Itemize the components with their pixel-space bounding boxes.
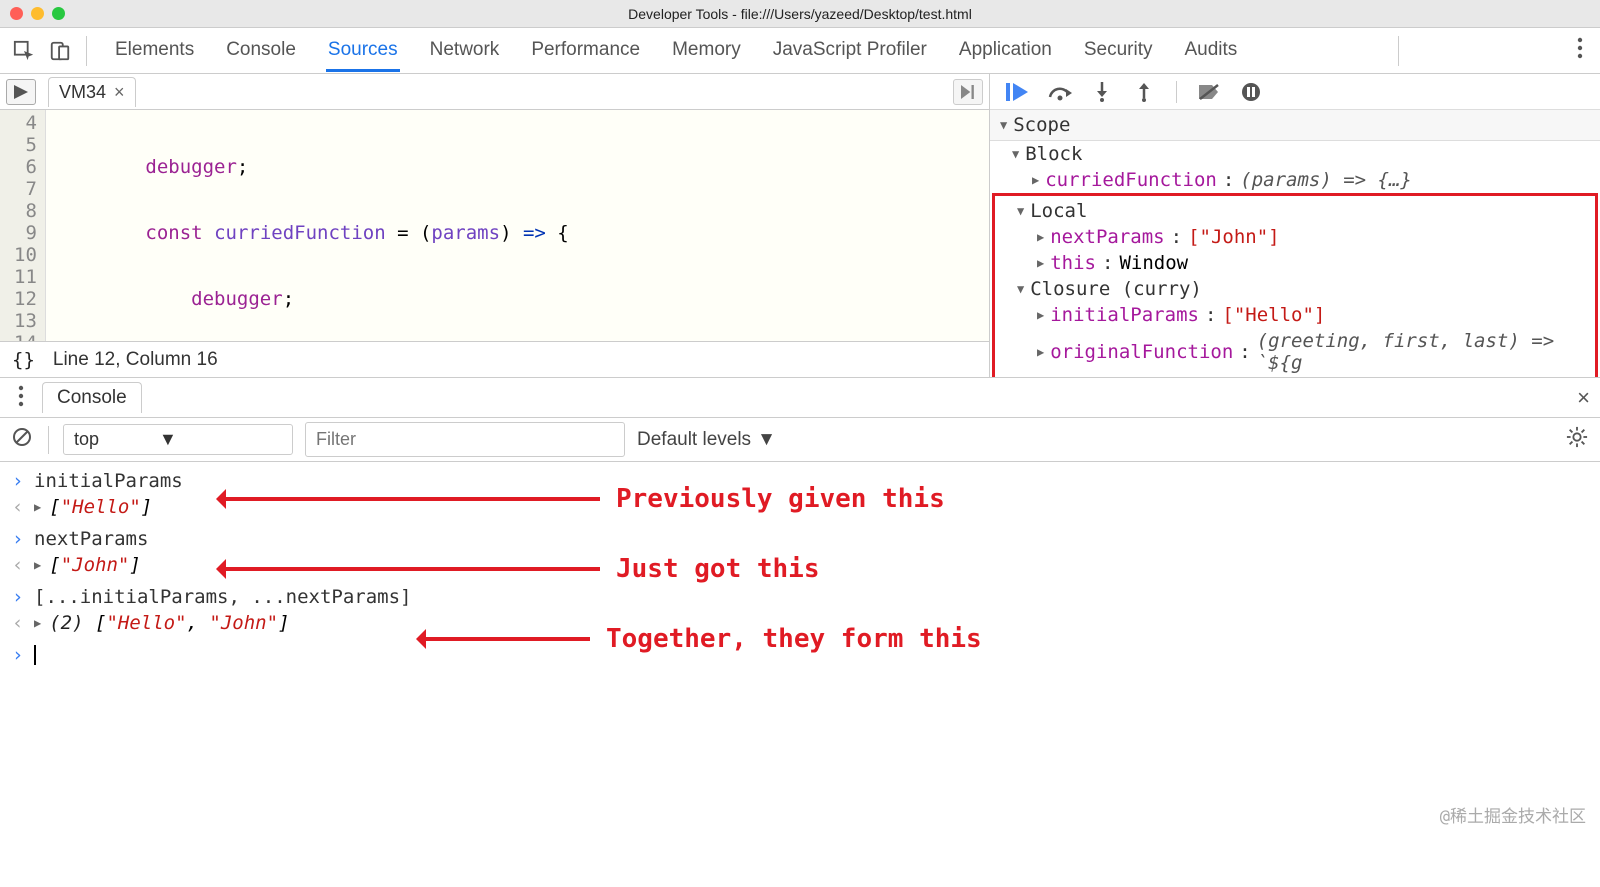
scope-title: Scope [1013,114,1070,136]
annotation-3: Together, they form this [420,624,982,654]
next-frame-icon[interactable] [953,79,983,105]
tab-application[interactable]: Application [957,29,1054,72]
console-input-2: nextParams [34,528,148,550]
line-gutter: 4567891011121314 [0,110,46,341]
clear-console-icon[interactable] [12,427,34,452]
debug-toolbar [990,74,1600,110]
tab-sources[interactable]: Sources [326,29,400,72]
code-editor[interactable]: 4567891011121314 debugger; const curried… [0,110,989,341]
tab-console[interactable]: Console [224,29,298,72]
scope-local-this[interactable]: ▶ this: Window [995,250,1595,276]
device-toolbar-icon[interactable] [42,40,78,62]
format-icon[interactable]: {} [12,349,35,371]
code-lines: debugger; const curriedFunction = (param… [46,110,989,341]
tab-jsprofiler[interactable]: JavaScript Profiler [771,29,929,72]
scope-block-curriedfunction[interactable]: ▶ curriedFunction: (params) => {…} [990,167,1600,193]
chevron-down-icon: ▼ [757,429,776,451]
run-snippet-icon[interactable] [6,79,36,105]
watermark: @稀土掘金技术社区 [1440,802,1586,827]
editor-pane: VM34 × 4567891011121314 debugger; const … [0,74,990,377]
step-out-icon[interactable] [1130,80,1158,104]
context-selector[interactable]: top ▼ [63,424,293,455]
resume-icon[interactable] [1004,80,1032,104]
annotation-1: Previously given this [220,484,945,514]
titlebar: Developer Tools - file:///Users/yazeed/D… [0,0,1600,28]
drawer-menu-icon[interactable] [10,385,32,410]
tab-security[interactable]: Security [1082,29,1155,72]
step-over-icon[interactable] [1046,80,1074,104]
tab-memory[interactable]: Memory [670,29,743,72]
kebab-menu-icon[interactable] [1566,37,1594,65]
tab-elements[interactable]: Elements [113,29,196,72]
console-output[interactable]: ›initialParams ‹▶["Hello"] ›nextParams ‹… [0,462,1600,887]
maximize-window-icon[interactable] [52,7,65,20]
console-settings-icon[interactable] [1566,426,1588,453]
scope-local-nextparams[interactable]: ▶ nextParams: ["John"] [995,224,1595,250]
window-title: Developer Tools - file:///Users/yazeed/D… [0,6,1600,22]
close-drawer-icon[interactable]: × [1577,385,1590,411]
scope-closure[interactable]: ▼Closure (curry) [995,276,1595,302]
devtools-tabbar: Elements Console Sources Network Perform… [0,28,1600,74]
scope-block[interactable]: ▼Block [990,141,1600,167]
minimize-window-icon[interactable] [31,7,44,20]
console-input-1: initialParams [34,470,183,492]
editor-status: {} Line 12, Column 16 [0,341,989,377]
tab-network[interactable]: Network [428,29,502,72]
scope-closure-initialparams[interactable]: ▶ initialParams: ["Hello"] [995,302,1595,328]
scope-closure-originalfunction[interactable]: ▶ originalFunction: (greeting, first, la… [995,328,1595,376]
pause-exceptions-icon[interactable] [1237,80,1265,104]
step-into-icon[interactable] [1088,80,1116,104]
cursor-position: Line 12, Column 16 [53,349,218,371]
drawer-tab-console[interactable]: Console [42,382,142,413]
console-input-3: [...initialParams, ...nextParams] [34,586,412,608]
close-tab-icon[interactable]: × [114,82,125,103]
tab-audits[interactable]: Audits [1182,29,1239,72]
context-value: top [74,429,99,450]
scope-pane: ▼Scope ▼Block ▶ curriedFunction: (params… [990,74,1600,377]
console-cursor [34,645,36,665]
highlighted-scope-section: ▼Local ▶ nextParams: ["John"] ▶ this: Wi… [992,193,1598,377]
devtools-tabs: Elements Console Sources Network Perform… [113,29,1239,72]
scope-local[interactable]: ▼Local [995,198,1595,224]
deactivate-breakpoints-icon[interactable] [1195,80,1223,104]
annotation-2: Just got this [220,554,820,584]
traffic-lights [10,7,65,20]
drawer: Console × top ▼ Default levels ▼ ›initia… [0,378,1600,887]
filter-input[interactable] [305,422,625,457]
file-tab-label: VM34 [59,82,106,103]
log-levels-select[interactable]: Default levels ▼ [637,429,776,451]
tab-performance[interactable]: Performance [529,29,642,72]
file-tab-vm34[interactable]: VM34 × [48,77,136,107]
scope-header[interactable]: ▼Scope [990,110,1600,141]
inspect-element-icon[interactable] [6,40,42,62]
close-window-icon[interactable] [10,7,23,20]
chevron-down-icon: ▼ [159,429,177,450]
